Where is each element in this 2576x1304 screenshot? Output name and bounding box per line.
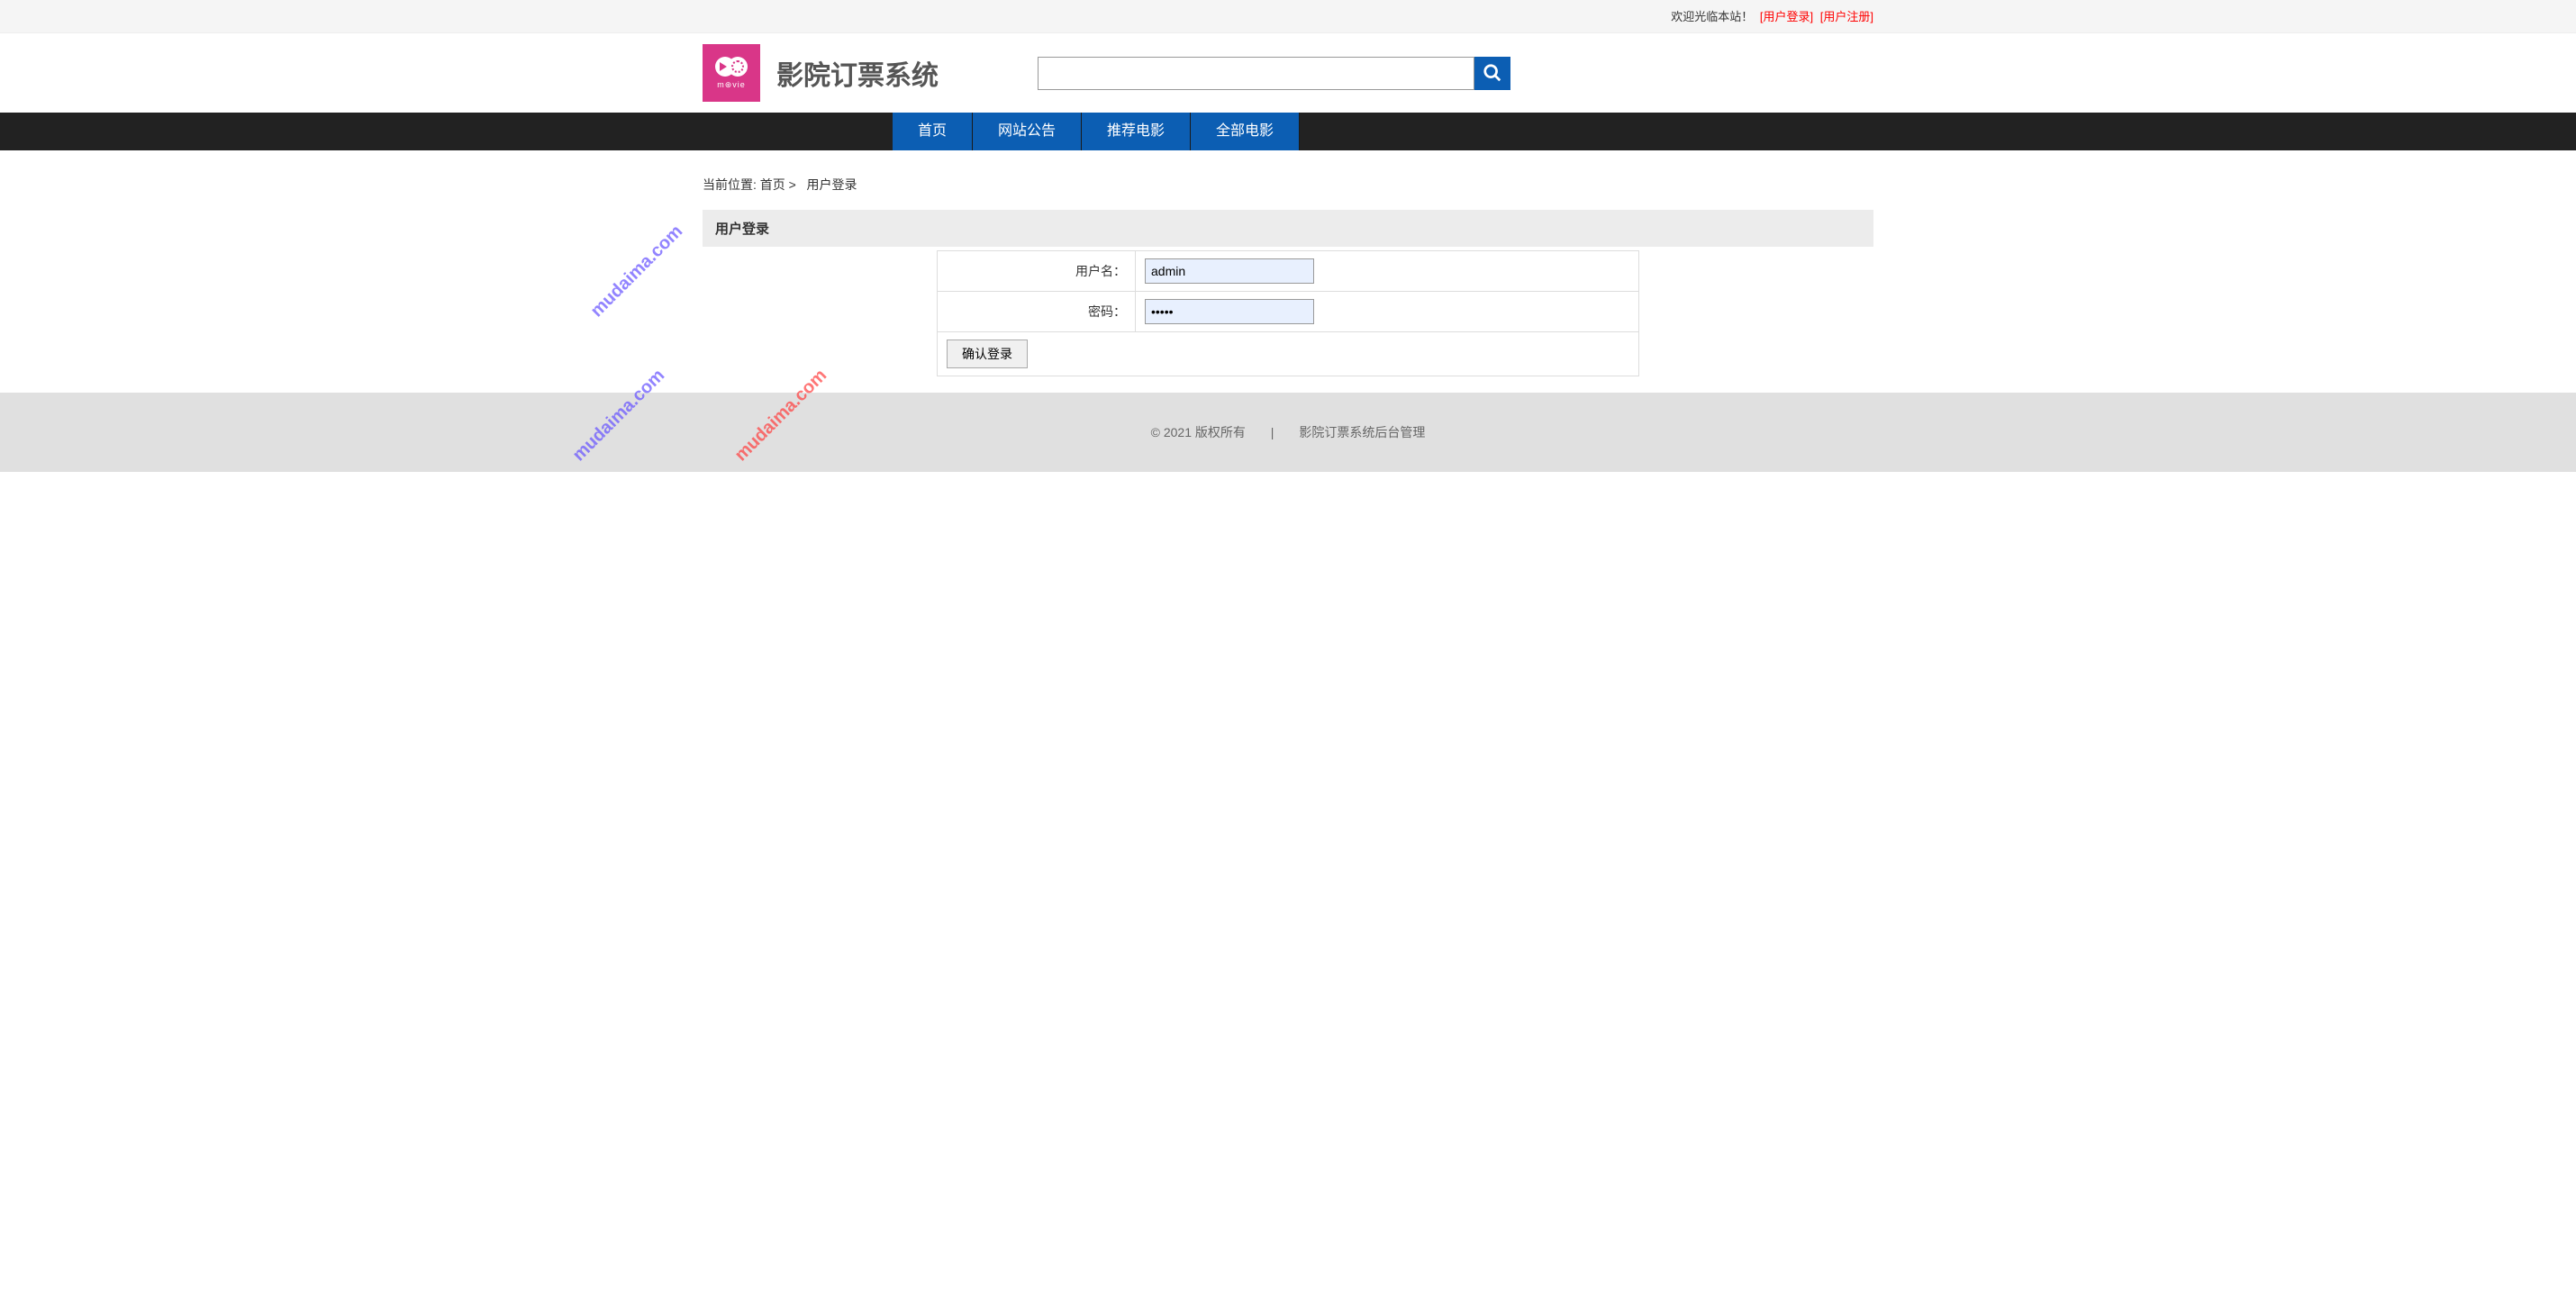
admin-link[interactable]: 影院订票系统后台管理 <box>1299 425 1425 439</box>
nav-recommended[interactable]: 推荐电影 <box>1082 113 1191 150</box>
breadcrumb-current: 用户登录 <box>807 177 857 192</box>
footer-divider: | <box>1271 425 1274 439</box>
password-input[interactable] <box>1145 299 1314 324</box>
top-bar: 欢迎光临本站！ [用户登录] [用户注册] <box>0 0 2576 33</box>
submit-button[interactable]: 确认登录 <box>947 340 1028 368</box>
main-nav: 首页 网站公告 推荐电影 全部电影 <box>0 113 2576 150</box>
breadcrumb-sep: > <box>789 177 796 192</box>
footer: © 2021 版权所有 | 影院订票系统后台管理 <box>0 393 2576 472</box>
breadcrumb-prefix: 当前位置: <box>703 177 757 192</box>
search-button[interactable] <box>1474 57 1510 90</box>
nav-all-movies[interactable]: 全部电影 <box>1191 113 1300 150</box>
panel-title: 用户登录 <box>703 210 1873 247</box>
search-icon <box>1483 63 1502 83</box>
nav-home[interactable]: 首页 <box>893 113 973 150</box>
search-input[interactable] <box>1038 57 1474 90</box>
username-label: 用户名： <box>938 251 1136 292</box>
logo[interactable]: m⊛vie <box>703 44 760 102</box>
welcome-text: 欢迎光临本站！ <box>1671 10 1753 23</box>
header: m⊛vie 影院订票系统 <box>0 33 2576 113</box>
nav-announcements[interactable]: 网站公告 <box>973 113 1082 150</box>
login-form: 用户名： 密码： 确认登录 <box>937 250 1639 376</box>
copyright-text: © 2021 版权所有 <box>1151 425 1246 439</box>
breadcrumb: 当前位置: 首页 > 用户登录 <box>703 150 1873 210</box>
logo-text: m⊛vie <box>717 80 746 90</box>
login-link[interactable]: [用户登录] <box>1760 10 1813 23</box>
watermark: mudaima.com <box>587 222 687 321</box>
logo-icon <box>719 57 744 77</box>
register-link[interactable]: [用户注册] <box>1820 10 1873 23</box>
password-label: 密码： <box>938 292 1136 332</box>
search-box <box>1038 57 1510 90</box>
site-title: 影院订票系统 <box>776 53 939 93</box>
breadcrumb-home[interactable]: 首页 <box>760 177 785 192</box>
username-input[interactable] <box>1145 258 1314 284</box>
